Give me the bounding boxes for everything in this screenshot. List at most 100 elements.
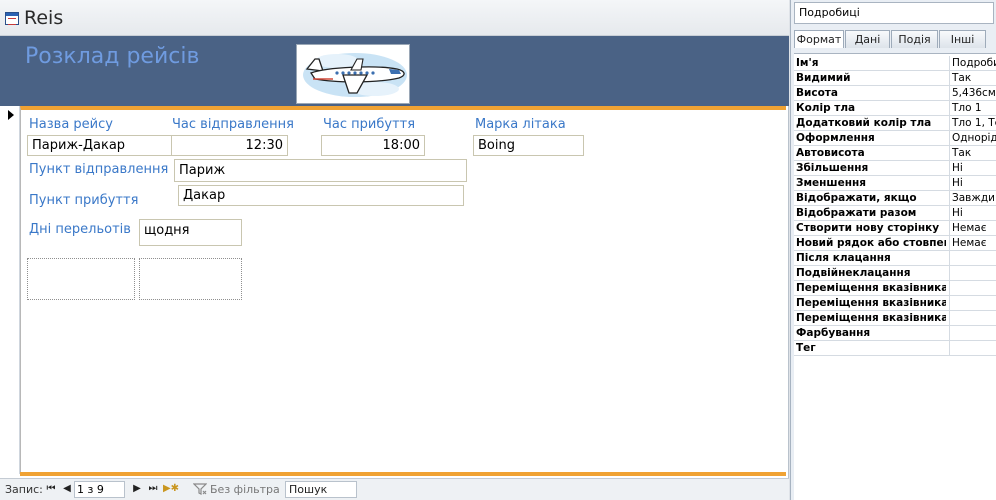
property-value[interactable]: Завжди [949,191,996,205]
departure-point-label: Пункт відправлення [29,162,169,177]
property-row[interactable]: Фарбування [794,326,996,341]
property-value[interactable]: Ні [949,176,996,190]
property-row[interactable]: Відображати разом Ні [794,206,996,221]
property-value[interactable] [949,251,996,265]
property-name: Тег [796,342,816,354]
tab-event[interactable]: Подія [891,30,938,48]
property-name: Колір тла [796,102,856,114]
property-selection-dropdown[interactable]: Подробиці [794,2,994,24]
no-filter-button[interactable]: Без фільтра [210,483,280,496]
arrival-point-label: Пункт прибуття [29,193,139,208]
property-row[interactable]: Колір тла Тло 1 [794,101,996,116]
property-row[interactable]: Переміщення вказівника [794,311,996,326]
property-value[interactable]: Так [949,146,996,160]
property-row[interactable]: Збільшення Ні [794,161,996,176]
empty-control-placeholder[interactable] [27,258,135,300]
property-row[interactable]: Подвійнеклацання [794,266,996,281]
filter-icon[interactable] [192,482,208,496]
property-name: Автовисота [796,147,865,159]
property-value[interactable]: Однорідне [949,131,996,145]
form-icon [5,12,19,25]
property-value[interactable] [949,341,996,355]
arrival-time-label: Час прибуття [323,117,416,132]
flight-days-field[interactable]: щодня [139,219,242,246]
last-record-button[interactable]: ⏭ [146,482,160,496]
property-value[interactable]: Тло 1 [949,101,996,115]
property-row[interactable]: Відображати, якщо Завжди [794,191,996,206]
flight-name-field[interactable]: Париж-Дакар [27,135,172,156]
tab-format[interactable]: Формат [794,30,844,48]
property-name: Висота [796,87,838,99]
form-window: Reis Розклад рейсів Назва рейсу Час відп… [0,0,789,500]
previous-record-button[interactable]: ◀ [60,482,74,496]
aircraft-field[interactable]: Boing [473,135,584,156]
property-name: Створити нову сторінку [796,222,940,234]
property-name: Ім'я [796,57,819,69]
property-name: Відображати разом [796,207,917,219]
property-row[interactable]: Висота 5,436см [794,86,996,101]
property-value[interactable]: Подробиці [949,56,996,70]
property-name: Збільшення [796,162,869,174]
aircraft-label: Марка літака [475,117,566,132]
property-value[interactable]: Ні [949,161,996,175]
property-value[interactable] [949,296,996,310]
record-label: Запис: [5,483,43,496]
current-record-input[interactable]: 1 з 9 [74,481,125,498]
property-grid: Ім'я Подробиці Видимий Так Висота 5,436см К… [794,53,996,500]
tab-data[interactable]: Дані [845,30,890,48]
arrival-time-field[interactable]: 18:00 [321,135,425,156]
property-row[interactable]: Переміщення вказівника вниз [794,281,996,296]
record-navigation-bar: Запис: ⏮ ◀ 1 з 9 ▶ ⏭ ▶✱ Без фільтра Пошу… [0,478,789,500]
property-value[interactable] [949,311,996,325]
header-title: Розклад рейсів [25,44,200,69]
property-tabs: Формат Дані Подія Інші [794,30,996,48]
property-value[interactable]: 5,436см [949,86,996,100]
search-input[interactable]: Пошук [285,481,357,498]
flight-days-label: Дні перельотів [29,222,131,237]
property-name: Переміщення вказівника [796,312,946,324]
property-row[interactable]: Оформлення Однорідне [794,131,996,146]
property-row[interactable]: Переміщення вказівника вгору [794,296,996,311]
property-row[interactable]: Ім'я Подробиці [794,56,996,71]
property-value[interactable]: Ні [949,206,996,220]
property-value[interactable]: Тло 1, Темніше [949,116,996,130]
record-selector[interactable] [0,106,20,474]
departure-time-field[interactable]: 12:30 [171,135,288,156]
property-row[interactable]: Зменшення Ні [794,176,996,191]
flight-name-label: Назва рейсу [29,117,113,132]
property-row[interactable]: Створити нову сторінку Немає [794,221,996,236]
property-value[interactable]: Так [949,71,996,85]
property-value[interactable]: Немає [949,236,996,250]
departure-point-field[interactable]: Париж [174,159,467,182]
property-name: Фарбування [796,327,871,339]
detail-bottom-border [20,472,786,476]
property-name: Відображати, якщо [796,192,917,204]
property-name: Додатковий колір тла [796,117,932,129]
empty-control-placeholder[interactable] [139,258,242,300]
property-row[interactable]: Новий рядок або стовпець Немає [794,236,996,251]
property-value[interactable] [949,326,996,340]
airplane-icon[interactable] [296,44,410,104]
property-name: Видимий [796,72,851,84]
first-record-button[interactable]: ⏮ [44,482,58,496]
property-row[interactable]: Видимий Так [794,71,996,86]
property-name: Після клацання [796,252,891,264]
new-record-button[interactable]: ▶✱ [162,482,180,496]
property-row[interactable]: Автовисота Так [794,146,996,161]
arrival-point-field[interactable]: Дакар [178,185,464,206]
window-title: Reis [24,7,64,29]
property-row[interactable]: Після клацання [794,251,996,266]
property-value[interactable] [949,266,996,280]
record-selector-arrow-icon [8,110,14,120]
property-name: Переміщення вказівника вниз [796,282,946,294]
property-name: Подвійнеклацання [796,267,911,279]
property-name: Новий рядок або стовпець [796,237,946,249]
property-row[interactable]: Додатковий колір тла Тло 1, Темніше [794,116,996,131]
tab-other[interactable]: Інші [939,30,986,48]
property-value[interactable] [949,281,996,295]
property-value[interactable]: Немає [949,221,996,235]
property-sheet: Подробиці Формат Дані Подія Інші Ім'я Под… [790,0,996,500]
property-row[interactable]: Тег [794,341,996,356]
next-record-button[interactable]: ▶ [130,482,144,496]
property-name: Переміщення вказівника вгору [796,297,946,309]
